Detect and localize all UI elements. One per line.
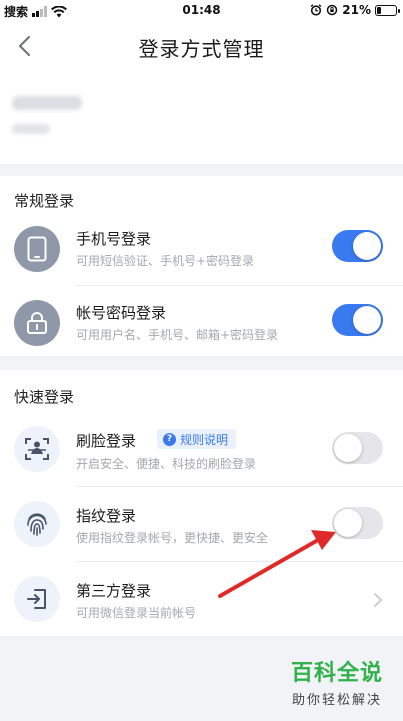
battery-percent: 21% — [342, 3, 371, 17]
toggle-knob — [334, 434, 362, 462]
password-login-toggle[interactable] — [332, 304, 383, 336]
watermark-title: 百科全说 — [290, 661, 383, 686]
section-title-quick: 快速登录 — [14, 388, 75, 406]
quick-login-section: 快速登录 刷脸登录 ? 规则说明 开启安全、便捷、科技的刷脸登录 指纹登录 使用… — [0, 370, 403, 636]
status-right: 21% — [310, 3, 400, 17]
watermark-logo: 百科全说 助你轻松解决 — [283, 655, 391, 708]
rule-explanation-link[interactable]: ? 规则说明 — [157, 429, 237, 449]
third-party-login-item[interactable]: 第三方登录 可用微信登录当前帐号 — [0, 562, 403, 636]
navigation-bar: 登录方式管理 — [0, 22, 403, 72]
watermark-subtitle: 助你轻松解决 — [291, 693, 382, 708]
account-info — [0, 72, 403, 164]
rule-explanation-label: 规则说明 — [180, 432, 229, 447]
question-icon: ? — [163, 432, 176, 446]
face-login-item[interactable]: 刷脸登录 ? 规则说明 开启安全、便捷、科技的刷脸登录 — [0, 412, 403, 487]
item-title: 刷脸登录 — [76, 432, 137, 450]
face-scan-icon — [14, 426, 60, 472]
fingerprint-icon — [14, 501, 60, 547]
blurred-account-name — [12, 96, 82, 110]
toggle-knob — [353, 232, 381, 260]
item-title: 第三方登录 — [76, 582, 152, 600]
phone-icon — [14, 226, 60, 272]
regular-login-section: 常规登录 手机号登录 可用短信验证、手机号+密码登录 帐号密码登录 可用用户名、… — [0, 176, 403, 356]
chevron-right-icon[interactable] — [373, 592, 383, 608]
rotation-lock-icon — [327, 4, 338, 16]
item-subtitle: 可用短信验证、手机号+密码登录 — [76, 254, 255, 268]
page-title: 登录方式管理 — [138, 37, 265, 61]
battery-fill — [377, 6, 382, 14]
face-login-toggle[interactable] — [332, 432, 383, 464]
item-subtitle: 使用指纹登录帐号，更快捷、更安全 — [76, 531, 269, 545]
fingerprint-login-item[interactable]: 指纹登录 使用指纹登录帐号，更快捷、更安全 — [0, 487, 403, 562]
password-login-item[interactable]: 帐号密码登录 可用用户名、手机号、邮箱+密码登录 — [0, 286, 403, 360]
status-bar: 搜索 01:48 21% — [0, 0, 403, 22]
item-title: 指纹登录 — [76, 507, 137, 525]
login-arrow-icon — [14, 576, 60, 622]
phone-login-toggle[interactable] — [332, 230, 383, 262]
item-title: 手机号登录 — [76, 230, 152, 248]
alarm-icon — [310, 4, 322, 16]
fingerprint-login-toggle[interactable] — [332, 507, 383, 539]
item-subtitle: 可用微信登录当前帐号 — [76, 606, 197, 620]
toggle-knob — [353, 306, 381, 334]
phone-login-item[interactable]: 手机号登录 可用短信验证、手机号+密码登录 — [0, 212, 403, 286]
lock-icon — [14, 300, 60, 346]
item-subtitle: 可用用户名、手机号、邮箱+密码登录 — [76, 328, 279, 342]
section-title-regular: 常规登录 — [14, 192, 75, 210]
item-title: 帐号密码登录 — [76, 304, 167, 322]
battery-icon — [375, 4, 400, 16]
blurred-account-id — [12, 124, 50, 134]
toggle-knob — [334, 509, 362, 537]
item-subtitle: 开启安全、便捷、科技的刷脸登录 — [76, 457, 257, 471]
